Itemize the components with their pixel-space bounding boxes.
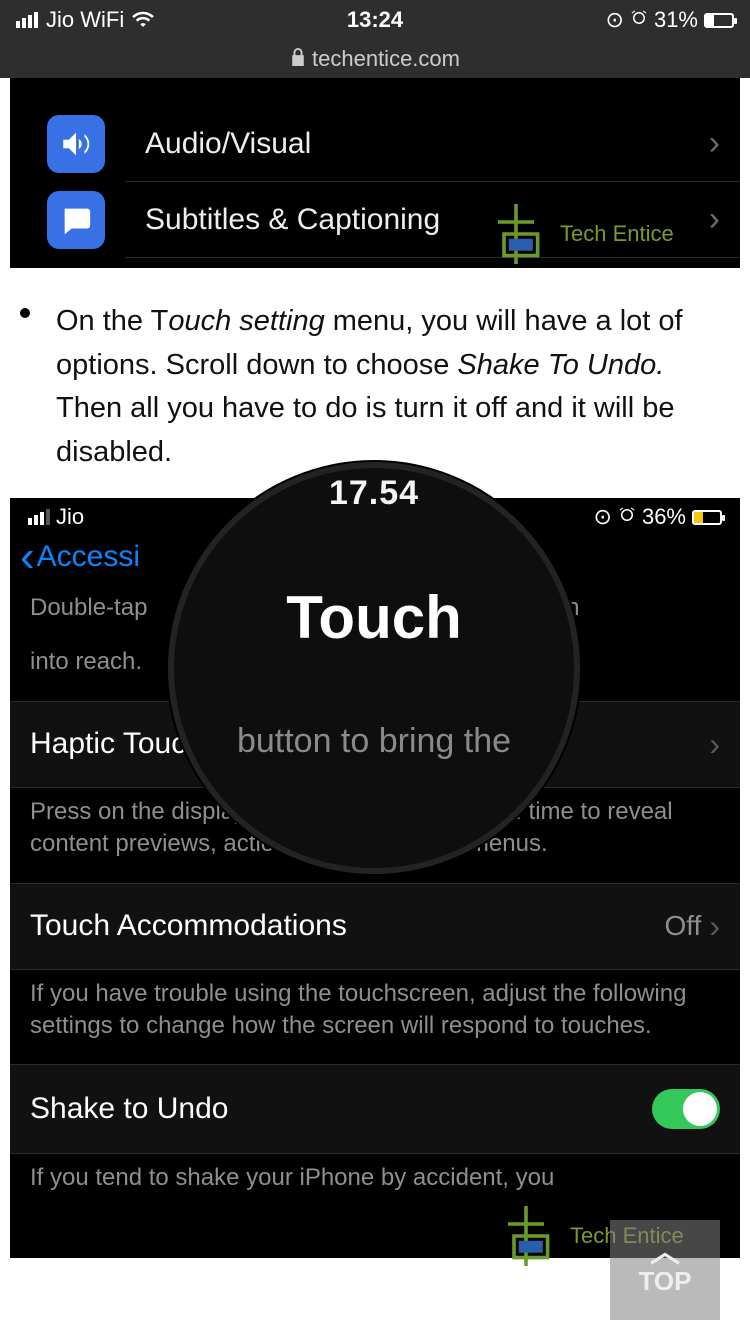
row-audio-visual[interactable]: Audio/Visual › [125, 106, 740, 182]
watermark: Tech Entice [480, 198, 674, 270]
row-label: Subtitles & Captioning [145, 203, 440, 237]
chevron-right-icon: › [709, 200, 720, 239]
carrier-label: Jio WiFi [46, 7, 124, 33]
row-value: Off [665, 910, 702, 942]
alarm-icon [630, 7, 648, 33]
battery-percent: 31% [654, 7, 698, 33]
magnifier-time: 17.54 [329, 474, 419, 513]
signal-bars-icon [28, 509, 50, 525]
wifi-icon [132, 7, 154, 33]
url-bar[interactable]: techentice.com [0, 40, 750, 78]
text-em: ouch setting [168, 305, 324, 337]
row-label: Haptic Touch [30, 727, 203, 761]
row-label: Touch Accommodations [30, 909, 347, 943]
status-left: Jio WiFi [16, 7, 154, 33]
orientation-lock-icon: ⊙ [606, 7, 624, 33]
subtitles-icon [47, 191, 105, 249]
alarm-icon [618, 504, 636, 530]
scroll-top-button[interactable]: ︿ TOP [610, 1220, 720, 1320]
bullet-icon [20, 308, 30, 318]
carrier-label: Jio [56, 504, 84, 530]
top-label: TOP [639, 1266, 692, 1297]
watermark-text: Tech Entice [560, 221, 674, 247]
url-host: techentice.com [312, 46, 460, 72]
magnifier-subtext: button to bring the [237, 722, 511, 761]
magnifier-overlay: 17.54 Touch button to bring the [168, 462, 580, 874]
toggle-switch[interactable] [652, 1089, 720, 1129]
battery-icon [704, 13, 734, 28]
status-right: ⊙ 31% [606, 7, 734, 33]
row-label: Shake to Undo [30, 1092, 228, 1126]
accom-desc: If you have trouble using the touchscree… [10, 970, 740, 1065]
chevron-right-icon: › [709, 726, 720, 763]
chevron-right-icon: › [709, 124, 720, 163]
row-shake-to-undo[interactable]: Shake to Undo [10, 1064, 740, 1154]
battery-icon [692, 510, 722, 525]
text: On the T [56, 305, 168, 337]
chevron-right-icon: › [709, 908, 720, 945]
magnifier-title: Touch [286, 583, 462, 652]
chevron-up-icon: ︿ [650, 1244, 680, 1262]
text-em: Shake To Undo. [457, 349, 664, 381]
back-label: Accessi [37, 540, 140, 574]
audio-visual-icon [47, 115, 105, 173]
signal-bars-icon [16, 12, 38, 28]
orientation-lock-icon: ⊙ [594, 504, 612, 530]
row-label: Audio/Visual [145, 127, 311, 161]
battery-percent: 36% [642, 504, 686, 530]
row-touch-accommodations[interactable]: Touch Accommodations Off › [10, 883, 740, 970]
padlock-icon [290, 46, 306, 72]
status-bar: Jio WiFi 13:24 ⊙ 31% [0, 0, 750, 40]
chevron-left-icon: ‹ [20, 544, 35, 570]
text: Then all you have to do is turn it off a… [56, 392, 675, 468]
clock: 13:24 [347, 7, 403, 33]
